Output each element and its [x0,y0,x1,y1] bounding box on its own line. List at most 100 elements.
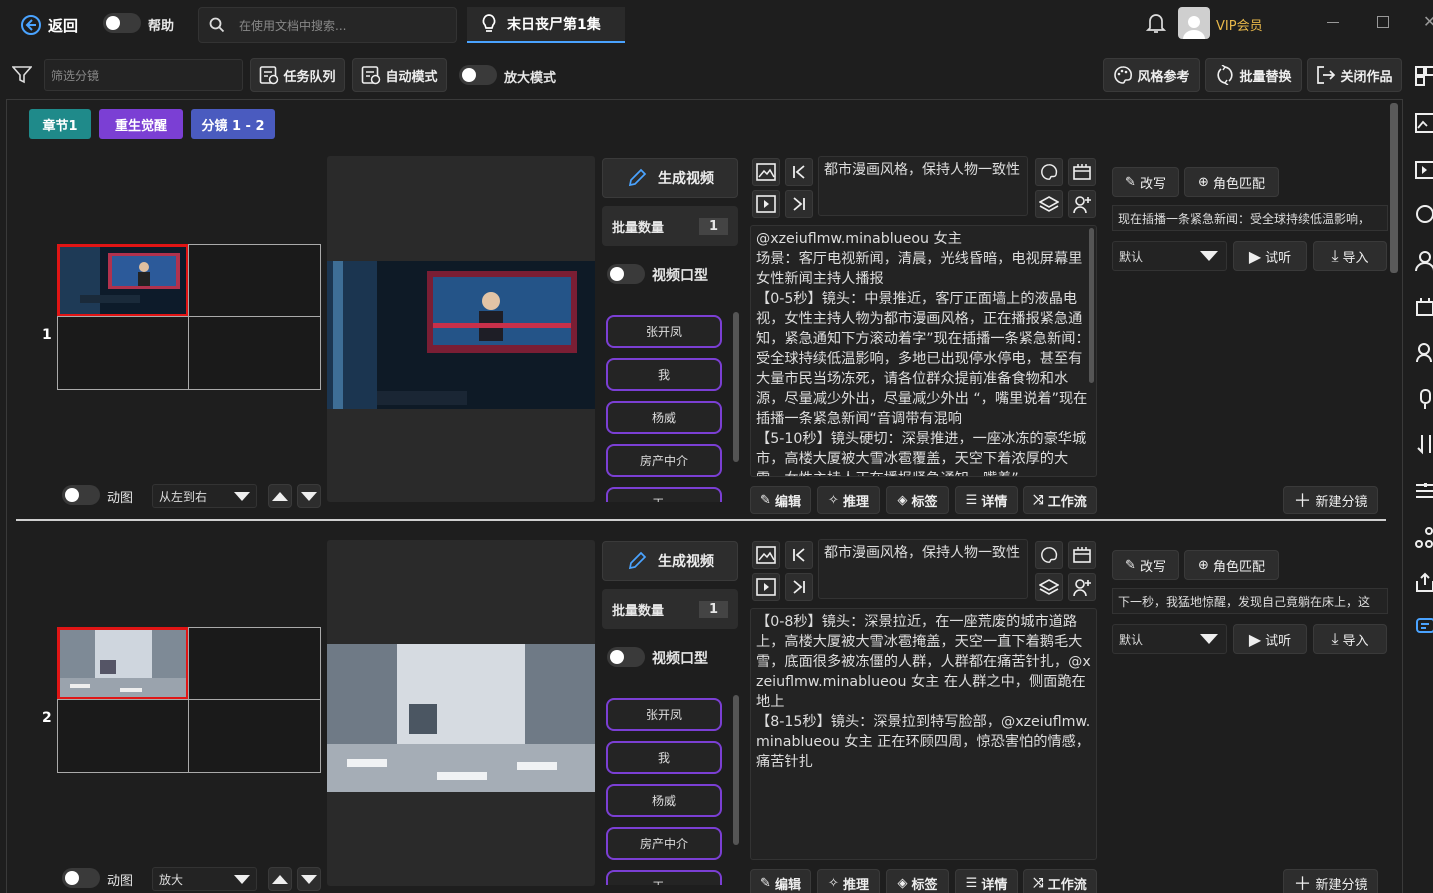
storyboard-frame[interactable] [57,699,189,773]
person-add-icon[interactable] [1414,340,1433,364]
network-icon[interactable] [1414,525,1433,549]
back-button[interactable]: 返回 [20,12,78,38]
edit-button[interactable]: ✎ 编辑 [750,869,811,893]
palette-button[interactable] [1035,541,1063,569]
character-scrollbar[interactable] [733,695,739,845]
character-chip[interactable]: 我 [606,741,722,774]
move-up-button[interactable] [268,867,292,891]
sort-icon[interactable] [1414,432,1433,456]
animation-toggle[interactable] [62,868,100,888]
skip-end-button[interactable] [785,190,813,218]
infer-button[interactable]: ✧ 推理 [817,869,880,893]
image-tool-button[interactable] [752,158,780,186]
new-shot-button[interactable]: ＋新建分镜 [1283,486,1378,514]
shot-script-textarea[interactable]: 【0-8秒】镜头：深景拉近，在一座荒废的城市道路上，高楼大厦被大雪冰雹掩盖，天空… [750,608,1097,860]
shot-range-tag[interactable]: 分镜 1 - 2 [191,109,275,139]
listen-button[interactable]: ▶ 试听 [1233,624,1307,654]
close-work-button[interactable]: 关闭作品 [1307,58,1402,92]
film-button[interactable] [1068,541,1096,569]
shot-script-textarea[interactable]: @xzeiuflmw.minablueou 女主 场景：客厅电视新闻，清晨，光线… [750,225,1097,477]
layers-button[interactable] [1035,573,1063,601]
motion-select[interactable]: 从左到右 [152,484,257,508]
skip-end-button[interactable] [785,573,813,601]
lipsync-toggle[interactable] [607,647,645,667]
filter-icon[interactable] [12,66,32,84]
project-tab[interactable]: 末日丧尸第1集 [467,7,625,43]
import-button[interactable]: ⤓ 导入 [1313,241,1387,271]
chat-icon[interactable] [1414,203,1433,227]
feedback-icon[interactable] [1414,615,1433,639]
workflow-button[interactable]: ⤨ 工作流 [1023,869,1097,893]
close-icon[interactable]: ✕ [1423,12,1433,31]
storyboard-frame[interactable] [188,244,321,317]
maximize-icon[interactable] [1377,16,1389,28]
play-button[interactable] [752,573,780,601]
task-queue-button[interactable]: 任务队列 [250,58,345,92]
microphone-icon[interactable] [1414,387,1433,411]
section-tag[interactable]: 重生觉醒 [99,109,183,139]
image-icon[interactable] [1414,111,1433,135]
voice-select[interactable]: 默认 [1112,241,1227,271]
zoom-mode-toggle[interactable] [459,65,497,85]
generate-video-button[interactable]: 生成视频 [602,158,738,198]
tags-button[interactable]: ◈ 标签 [886,486,949,514]
share-icon[interactable] [1414,570,1433,594]
lipsync-toggle[interactable] [607,264,645,284]
video-preview[interactable] [327,156,595,502]
batch-replace-button[interactable]: 批量替换 [1205,58,1302,92]
vip-label[interactable]: VIP会员 [1216,15,1263,34]
narration-text[interactable]: 下一秒，我猛地惊醒，发现自己竟躺在床上，这 [1112,588,1388,614]
skip-start-button[interactable] [785,541,813,569]
image-tool-button[interactable] [752,541,780,569]
palette-button[interactable] [1035,158,1063,186]
narration-text[interactable]: 现在插播一条紧急新闻：受全球持续低温影响， [1112,205,1388,231]
character-chip[interactable]: 杨威 [606,784,722,817]
batch-count-value[interactable]: 1 [698,600,728,618]
doc-search-input[interactable]: 在使用文档中搜索... [198,7,457,43]
character-chip[interactable]: 王... [606,487,722,502]
shot-filter-input[interactable]: 筛选分镜 [44,59,243,91]
voice-select[interactable]: 默认 [1112,624,1227,654]
import-button[interactable]: ⤓ 导入 [1313,624,1387,654]
storyboard-frame[interactable] [188,627,321,700]
storyboard-frame[interactable] [188,699,321,773]
details-button[interactable]: ☰ 详情 [955,869,1018,893]
bell-icon[interactable] [1146,12,1166,34]
character-chip[interactable]: 我 [606,358,722,391]
layers-button[interactable] [1035,190,1063,218]
new-shot-button[interactable]: ＋新建分镜 [1283,869,1378,893]
motion-select[interactable]: 放大 [152,867,257,891]
avatar[interactable] [1178,7,1210,39]
minimize-icon[interactable] [1327,22,1339,23]
style-reference-button[interactable]: 风格参考 [1103,58,1200,92]
move-down-button[interactable] [297,867,321,891]
move-up-button[interactable] [268,484,292,508]
character-chip[interactable]: 张开凤 [606,698,722,731]
generate-video-button[interactable]: 生成视频 [602,541,738,581]
storyboard-frame[interactable] [188,316,321,390]
film-icon[interactable] [1414,295,1433,319]
main-scrollbar[interactable] [1390,103,1398,273]
grid-icon[interactable] [1414,64,1433,88]
batch-count-value[interactable]: 1 [698,217,728,235]
person-button[interactable] [1068,190,1096,218]
move-down-button[interactable] [297,484,321,508]
play-button[interactable] [752,190,780,218]
animation-toggle[interactable] [62,485,100,505]
role-match-button[interactable]: ⊕ 角色匹配 [1184,550,1279,580]
infer-button[interactable]: ✧ 推理 [817,486,880,514]
storyboard-frame[interactable] [57,316,189,390]
film-button[interactable] [1068,158,1096,186]
style-prompt-input[interactable]: 都市漫画风格，保持人物一致性 [818,156,1028,216]
rewrite-button[interactable]: ✎ 改写 [1112,167,1179,197]
video-preview[interactable] [327,540,595,886]
character-chip[interactable]: 王... [606,870,722,885]
listen-button[interactable]: ▶ 试听 [1233,241,1307,271]
style-prompt-input[interactable]: 都市漫画风格，保持人物一致性 [818,539,1028,599]
character-chip[interactable]: 房产中介 [606,444,722,477]
user-icon[interactable] [1414,249,1433,273]
details-button[interactable]: ☰ 详情 [955,486,1018,514]
person-button[interactable] [1068,573,1096,601]
script-scrollbar[interactable] [1089,228,1094,383]
chapter-tag[interactable]: 章节1 [29,109,91,139]
